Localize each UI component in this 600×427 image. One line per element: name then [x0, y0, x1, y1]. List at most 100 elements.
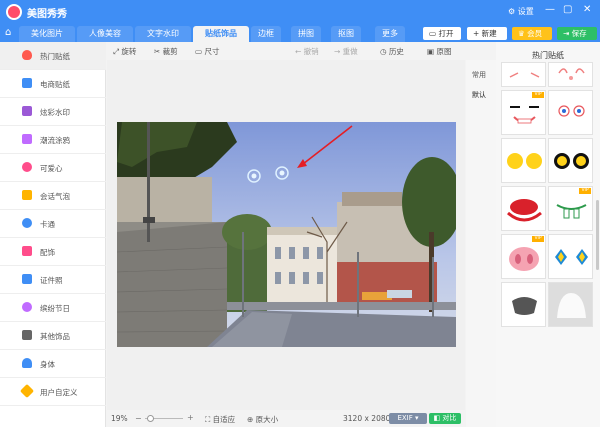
app-logo-icon [6, 4, 22, 20]
redo-button[interactable]: → 重做 [334, 46, 358, 57]
tab-frame[interactable]: 边框 [251, 26, 281, 42]
sidebar-item-custom[interactable]: 用户自定义 [0, 378, 106, 406]
undo-button[interactable]: ← 撤销 [295, 46, 319, 57]
grid-icon [22, 330, 32, 340]
vip-button[interactable]: ♛ 会员 [512, 27, 552, 40]
tab-beautify[interactable]: 美化图片 [19, 26, 75, 42]
zoom-out-button[interactable]: − [135, 414, 142, 423]
undo-icon: ← [295, 47, 304, 56]
person-icon [22, 358, 32, 368]
new-button[interactable]: + 新建 [467, 27, 507, 40]
id-card-icon [22, 274, 32, 284]
sidebar-item-body[interactable]: 身体 [0, 350, 106, 378]
tab-collage[interactable]: 拼图 [291, 26, 321, 42]
vip-badge: VIP [532, 236, 544, 242]
sticker-item[interactable]: VIP [501, 90, 546, 135]
sticker-item[interactable] [501, 186, 546, 231]
sidebar-item-cute[interactable]: 可爱心 [0, 154, 106, 182]
settings-label: 设置 [517, 7, 534, 16]
scissors-icon: ✂ [154, 47, 163, 56]
balloon-icon [22, 302, 32, 312]
crown-icon: ♛ [518, 29, 528, 38]
sidebar-item-festival[interactable]: 缤纷节日 [0, 294, 106, 322]
image-dimensions: 3120 x 2080 [343, 414, 391, 423]
export-icon: ⇥ [563, 29, 572, 38]
sticker-item[interactable]: VIP [501, 234, 546, 279]
tab-cutout[interactable]: 抠图 [331, 26, 361, 42]
sticker-panel: 热门贴纸 VIP VIP VIP [496, 42, 600, 427]
sticker-item[interactable] [548, 138, 593, 183]
history-button[interactable]: ◷ 历史 [380, 46, 404, 57]
sticker-category-sidebar: 热门贴纸 电商贴纸 炫彩水印 潮流涂鸦 可爱心 会话气泡 卡通 配饰 证件照 缤… [0, 42, 106, 427]
sidebar-item-other[interactable]: 其他饰品 [0, 322, 106, 350]
photo-canvas-area [107, 60, 465, 410]
rotate-button[interactable]: ⤢ 旋转 [113, 46, 136, 57]
zoom-in-button[interactable]: + [187, 413, 194, 422]
minimize-icon[interactable]: — [545, 4, 555, 15]
gear-icon: ⚙ [508, 7, 516, 16]
sidebar-item-hot[interactable]: 热门贴纸 [0, 42, 106, 70]
actual-size-button[interactable]: ⊕ 原大小 [247, 414, 278, 425]
edit-toolbar: ⤢ 旋转 ✂ 裁剪 ▭ 尺寸 ← 撤销 → 重做 ◷ 历史 ▣ 原图 [107, 42, 465, 60]
maximize-icon[interactable]: ▢ [563, 4, 572, 15]
fit-icon: ⛶ [205, 415, 213, 424]
zoom-slider-handle[interactable] [147, 415, 154, 422]
speech-bubble-icon [22, 190, 32, 200]
sticker-item[interactable] [548, 282, 593, 327]
sidebar-item-accessory[interactable]: 配饰 [0, 238, 106, 266]
vip-badge: VIP [579, 188, 591, 194]
tab-portrait[interactable]: 人像美容 [77, 26, 133, 42]
app-title: 美图秀秀 [27, 9, 67, 20]
cart-icon [22, 78, 32, 88]
bow-icon [22, 246, 32, 256]
sticker-item[interactable]: VIP [548, 186, 593, 231]
tab-frequent[interactable]: 常用 [472, 70, 486, 80]
sidebar-item-graffiti[interactable]: 潮流涂鸦 [0, 126, 106, 154]
magnifier-icon: ⊕ [247, 415, 256, 424]
rainbow-icon [22, 106, 32, 116]
crop-button[interactable]: ✂ 裁剪 [154, 46, 178, 57]
photo-canvas[interactable] [117, 122, 456, 347]
sidebar-item-bubble[interactable]: 会话气泡 [0, 182, 106, 210]
vip-badge: VIP [532, 92, 544, 98]
tab-default[interactable]: 默认 [472, 90, 486, 100]
original-button[interactable]: ▣ 原图 [427, 46, 451, 57]
sticker-item[interactable] [548, 234, 593, 279]
sidebar-item-ecommerce[interactable]: 电商贴纸 [0, 70, 106, 98]
redo-icon: → [334, 47, 343, 56]
fit-button[interactable]: ⛶ 自适应 [205, 414, 235, 425]
clock-icon: ◷ [380, 47, 389, 56]
open-button[interactable]: ▭ 打开 [423, 27, 461, 40]
sidebar-item-watermark[interactable]: 炫彩水印 [0, 98, 106, 126]
sticker-panel-title: 热门贴纸 [532, 51, 564, 60]
flame-icon [22, 50, 32, 60]
tab-stickers[interactable]: 贴纸饰品 [193, 26, 249, 42]
main-tab-bar: ⌂ 美化图片 人像美容 文字水印 贴纸饰品 边框 拼图 抠图 更多 ▭ 打开 +… [0, 24, 600, 42]
sticker-item[interactable] [501, 282, 546, 327]
sticker-panel-scrollbar[interactable] [596, 200, 599, 270]
title-bar: 美图秀秀 ⚙ 设置 — ▢ ✕ [0, 0, 600, 24]
sticker-source-tabs: 常用 默认 [466, 60, 496, 427]
link-icon [19, 383, 35, 399]
tab-more[interactable]: 更多 [375, 26, 405, 42]
compare-button[interactable]: ◧ 对比 [429, 413, 461, 424]
exif-button[interactable]: EXIF ▾ [389, 413, 427, 424]
sticker-item[interactable] [501, 138, 546, 183]
settings-button[interactable]: ⚙ 设置 [508, 6, 534, 17]
resize-button[interactable]: ▭ 尺寸 [195, 46, 219, 57]
plus-icon: + [473, 29, 482, 38]
pen-icon [22, 134, 32, 144]
sticker-item[interactable] [548, 62, 593, 87]
status-bar: 19% − + ⛶ 自适应 ⊕ 原大小 3120 x 2080 EXIF ▾ ◧… [107, 410, 465, 427]
close-icon[interactable]: ✕ [583, 4, 591, 15]
sticker-item[interactable] [548, 90, 593, 135]
sidebar-item-cartoon[interactable]: 卡通 [0, 210, 106, 238]
bear-icon [22, 218, 32, 228]
zoom-level: 19% [111, 414, 128, 423]
save-button[interactable]: ⇥ 保存 [557, 27, 597, 40]
home-icon[interactable]: ⌂ [5, 27, 11, 38]
chevron-down-icon: ▾ [415, 414, 419, 422]
sidebar-item-idphoto[interactable]: 证件照 [0, 266, 106, 294]
sticker-item[interactable] [501, 62, 546, 87]
tab-text[interactable]: 文字水印 [135, 26, 191, 42]
